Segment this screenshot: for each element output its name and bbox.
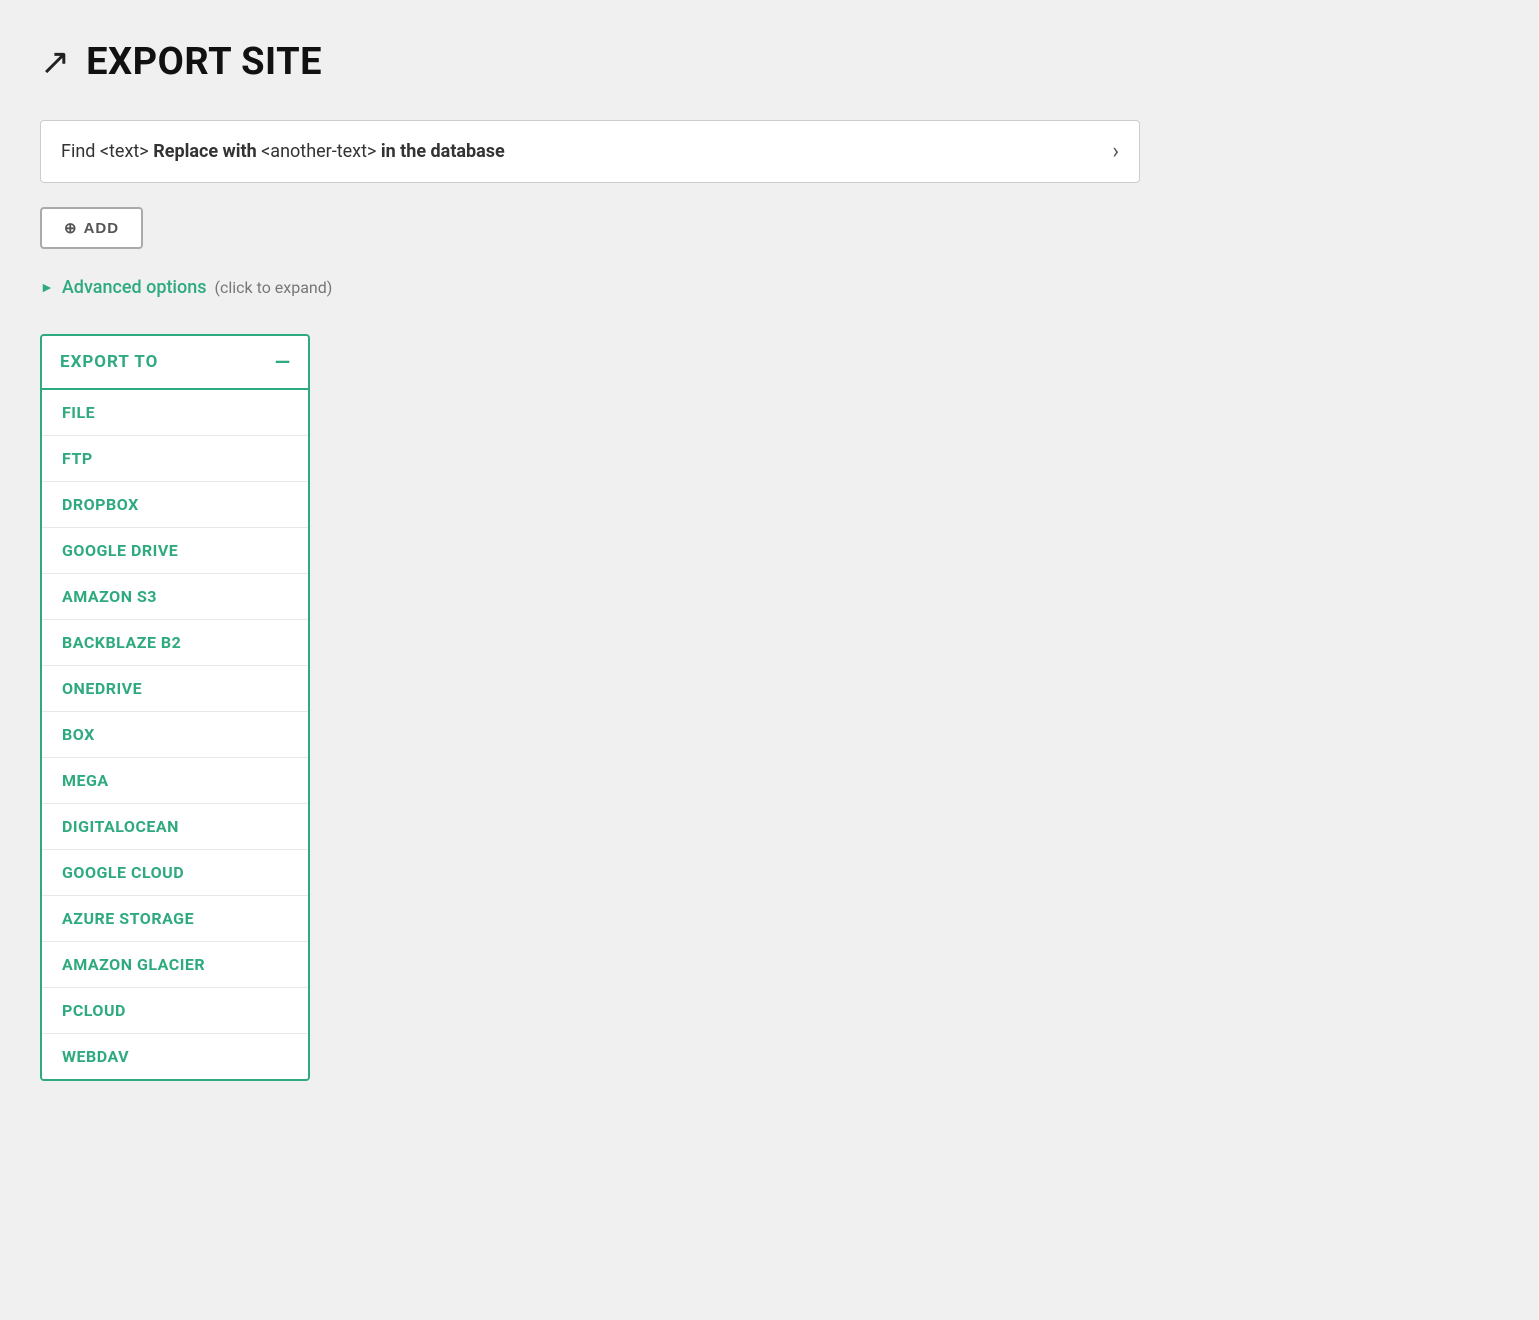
find-replace-arrow-icon: › [1112,139,1119,164]
export-to-list-item[interactable]: DROPBOX [42,482,308,528]
export-to-list-item[interactable]: ONEDRIVE [42,666,308,712]
export-to-list-item[interactable]: MEGA [42,758,308,804]
export-to-list-item[interactable]: AZURE STORAGE [42,896,308,942]
export-to-collapse-button[interactable]: — [275,350,290,374]
advanced-options-row[interactable]: ► Advanced options (click to expand) [40,277,1499,298]
export-site-icon: ↗ [40,41,70,83]
advanced-chevron-icon: ► [40,279,54,296]
in-db-text: in the database [381,141,505,162]
export-to-panel: EXPORT TO — FILEFTPDROPBOXGOOGLE DRIVEAM… [40,334,310,1081]
export-to-list-item[interactable]: FILE [42,390,308,436]
find-replace-text: Find <text> Replace with <another-text> … [61,141,1112,162]
page-title-row: ↗ EXPORT SITE [40,40,1499,84]
export-to-list-item[interactable]: FTP [42,436,308,482]
export-to-list-item[interactable]: BOX [42,712,308,758]
export-to-header: EXPORT TO — [42,336,308,390]
export-to-list-item[interactable]: PCLOUD [42,988,308,1034]
export-to-list-item[interactable]: DIGITALOCEAN [42,804,308,850]
replace-keyword: Replace with [153,141,257,162]
page-title: EXPORT SITE [86,40,322,84]
add-icon: ⊕ [64,219,78,237]
replace-placeholder: <another-text> [261,141,376,162]
export-to-list-item[interactable]: GOOGLE DRIVE [42,528,308,574]
export-to-label: EXPORT TO [60,352,158,372]
export-to-list-item[interactable]: GOOGLE CLOUD [42,850,308,896]
add-button[interactable]: ⊕ ADD [40,207,143,249]
export-to-list-item[interactable]: BACKBLAZE B2 [42,620,308,666]
add-button-label: ADD [84,220,120,237]
export-to-list-item[interactable]: AMAZON GLACIER [42,942,308,988]
export-to-list-item[interactable]: WEBDAV [42,1034,308,1079]
export-to-list-item[interactable]: AMAZON S3 [42,574,308,620]
export-to-list: FILEFTPDROPBOXGOOGLE DRIVEAMAZON S3BACKB… [42,390,308,1079]
advanced-options-label: Advanced options [62,277,207,298]
find-placeholder: <text> [100,141,149,162]
find-replace-bar[interactable]: Find <text> Replace with <another-text> … [40,120,1140,183]
advanced-options-hint: (click to expand) [215,278,333,297]
